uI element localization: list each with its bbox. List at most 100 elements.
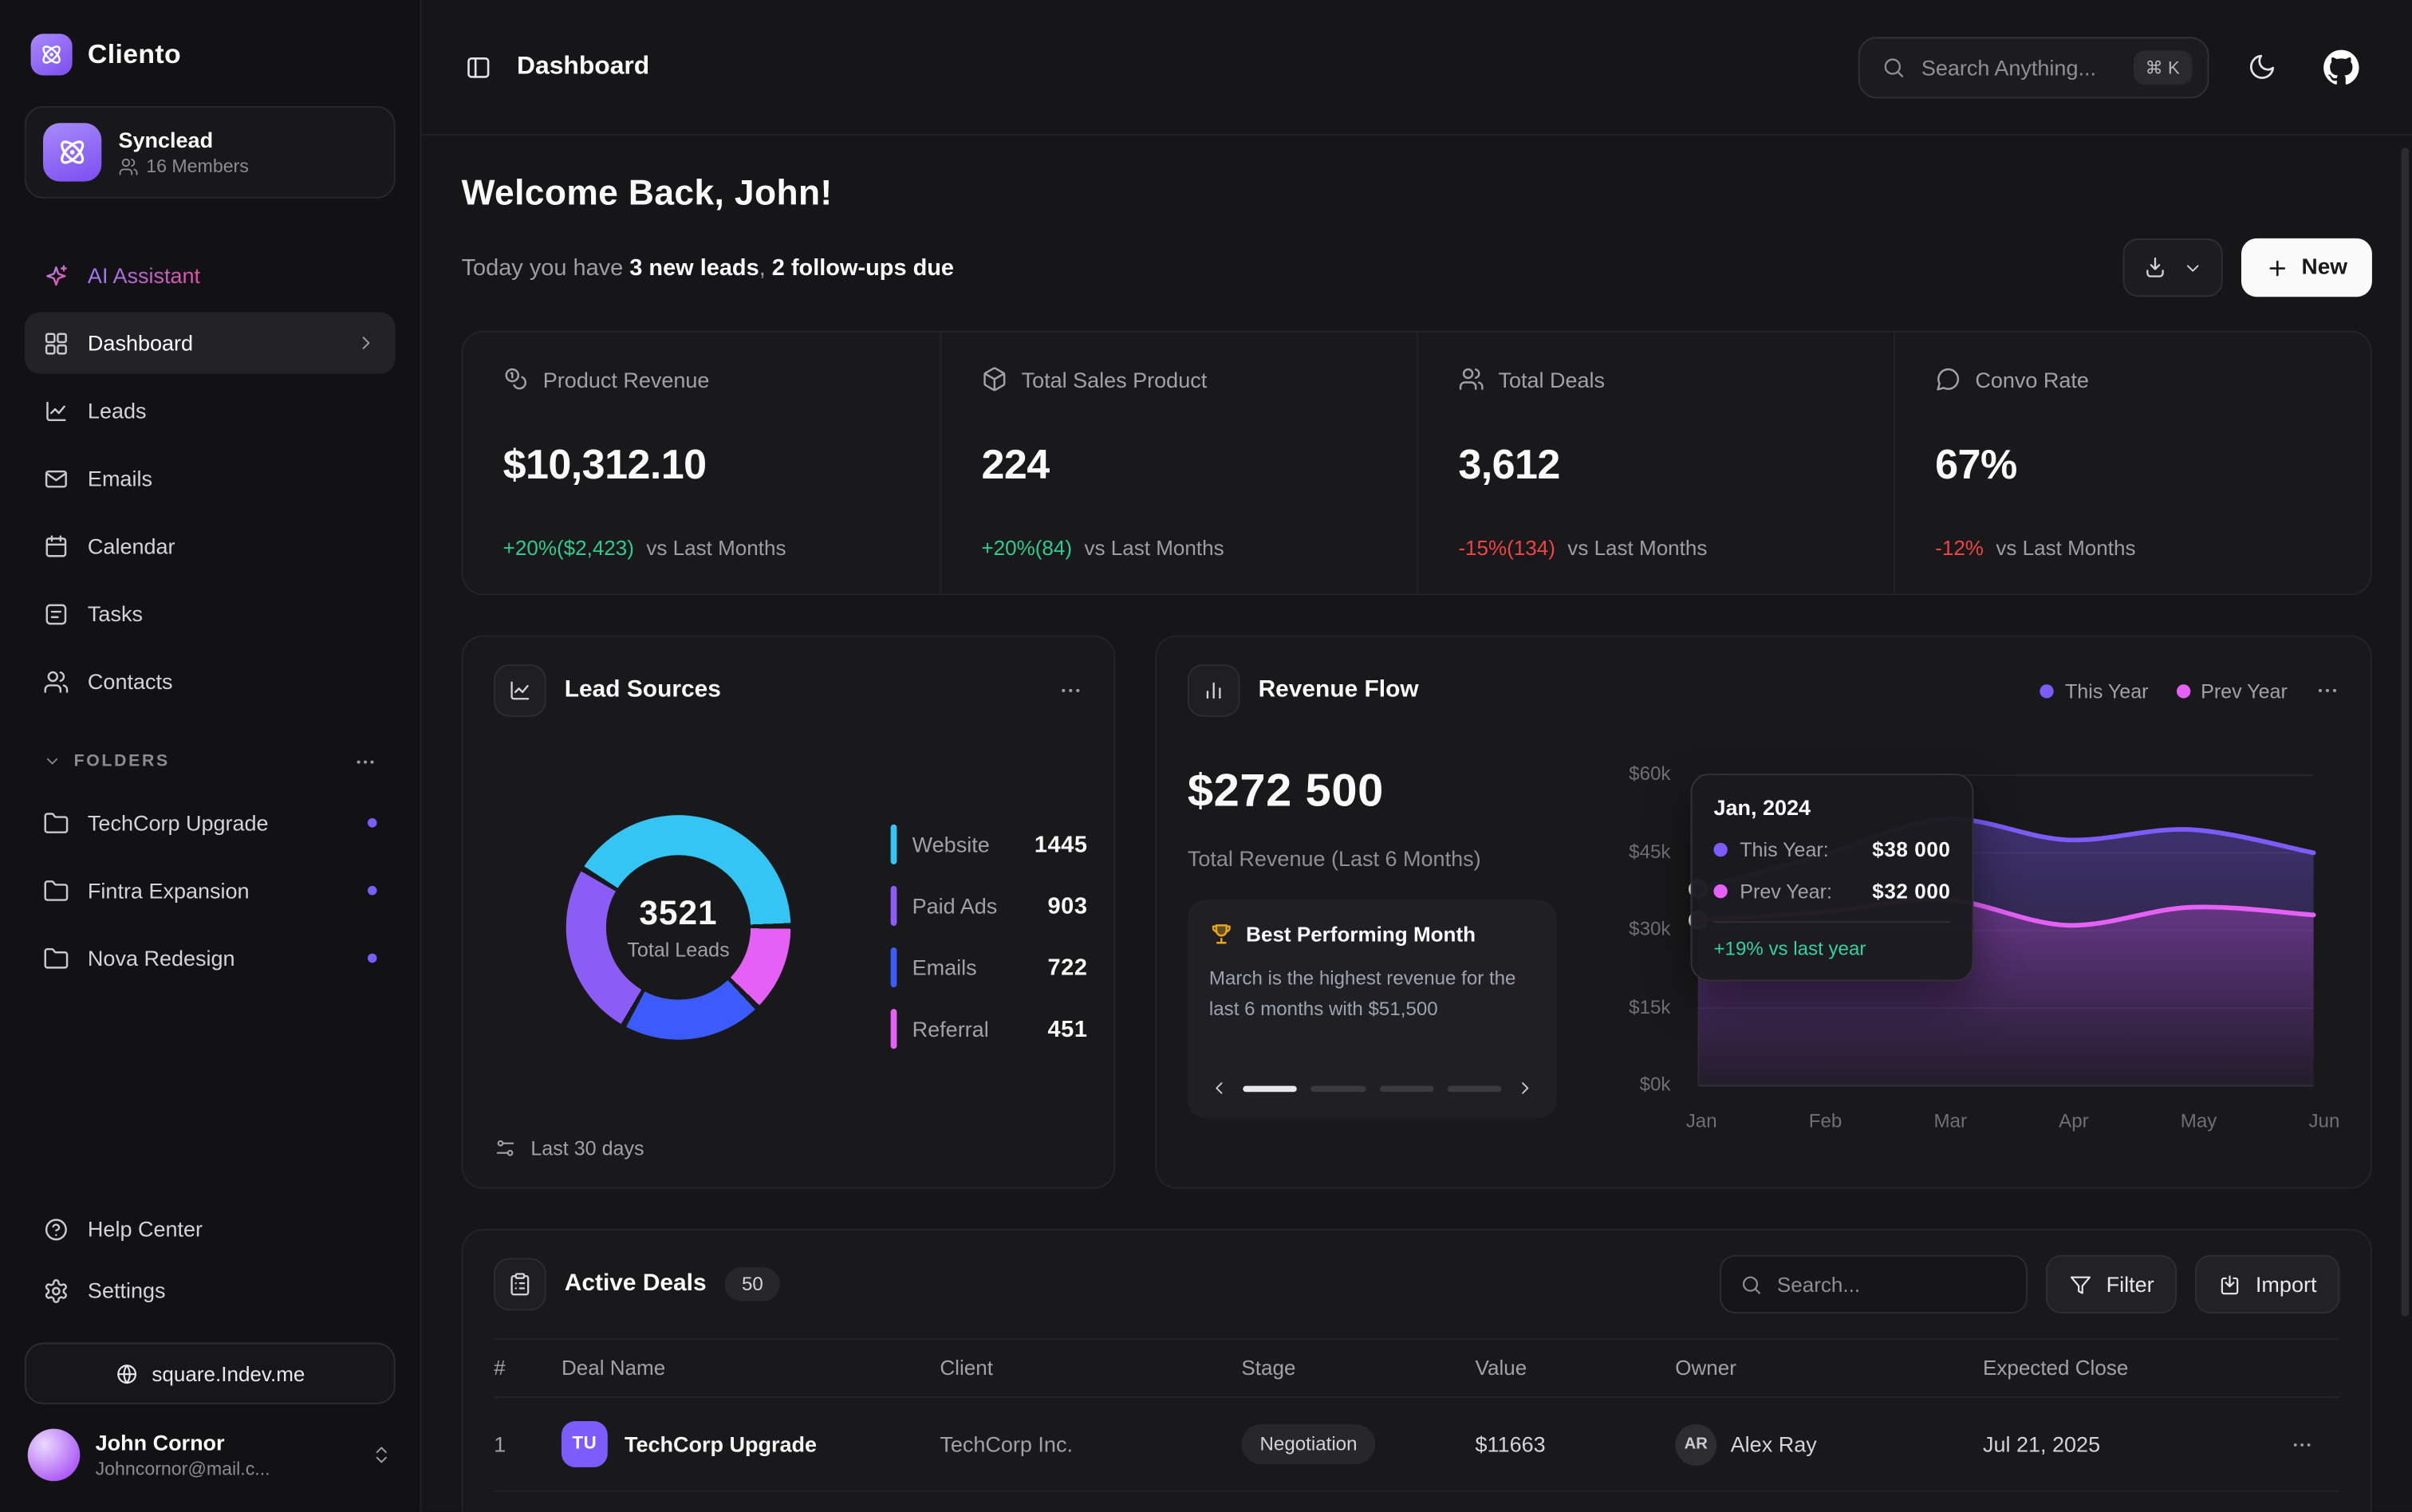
legend-prev-year: Prev Year bbox=[2176, 679, 2288, 702]
global-search-input[interactable]: Search Anything... ⌘ K bbox=[1858, 36, 2209, 97]
best-month-carousel bbox=[1209, 1078, 1535, 1098]
deal-name-cell: TU TechCorp Upgrade bbox=[562, 1421, 940, 1467]
workspace-switcher[interactable]: Synclead 16 Members bbox=[25, 106, 396, 199]
stat-value: 3,612 bbox=[1458, 441, 1854, 489]
folder-icon bbox=[43, 809, 69, 836]
y-axis-tick: $30k bbox=[1618, 918, 1671, 939]
chevron-down-icon bbox=[2183, 258, 2203, 278]
folder-icon bbox=[43, 877, 69, 904]
sidebar-item-label: AI Assistant bbox=[88, 263, 200, 288]
sidebar-item-calendar[interactable]: Calendar bbox=[25, 515, 396, 577]
sidebar-item-leads[interactable]: Leads bbox=[25, 380, 396, 441]
sidebar-toggle-icon[interactable] bbox=[464, 53, 492, 81]
filter-button[interactable]: Filter bbox=[2046, 1255, 2177, 1313]
carousel-prev-icon[interactable] bbox=[1209, 1078, 1229, 1098]
main-area: Dashboard Search Anything... ⌘ K Welcome… bbox=[421, 0, 2412, 1512]
folders-menu-icon[interactable] bbox=[354, 750, 377, 773]
user-email: Johncornor@mail.c... bbox=[96, 1458, 270, 1479]
import-icon bbox=[2219, 1273, 2242, 1296]
legend-item-referral: Referral451 bbox=[891, 1009, 1088, 1049]
stage-cell: Negotiation bbox=[1241, 1424, 1475, 1464]
members-icon bbox=[119, 157, 139, 177]
message-circle-icon bbox=[1935, 366, 1961, 392]
calendar-icon bbox=[43, 533, 69, 559]
y-axis-tick: $60k bbox=[1618, 763, 1671, 785]
y-axis-tick: $45k bbox=[1618, 841, 1671, 862]
revenue-total: $272 500 bbox=[1188, 766, 1384, 818]
folder-item-fintra-expansion[interactable]: Fintra Expansion bbox=[25, 860, 396, 921]
carousel-indicator[interactable] bbox=[1447, 1085, 1501, 1092]
revenue-total-caption: Total Revenue (Last 6 Months) bbox=[1188, 846, 1481, 871]
total-leads-label: Total Leads bbox=[627, 938, 729, 961]
sidebar-item-help-center[interactable]: Help Center bbox=[25, 1198, 396, 1259]
stats-row: Product Revenue $10,312.10 +20%($2,423)v… bbox=[462, 331, 2372, 596]
carousel-indicator[interactable] bbox=[1311, 1085, 1366, 1092]
chart-line-icon bbox=[43, 398, 69, 424]
welcome-title: Welcome Back, John! bbox=[462, 172, 2372, 214]
tasks-list-icon bbox=[43, 600, 69, 627]
search-kbd-shortcut: ⌘ K bbox=[2133, 50, 2192, 84]
card-menu-icon[interactable] bbox=[1058, 679, 1083, 703]
sidebar-item-dashboard[interactable]: Dashboard bbox=[25, 313, 396, 374]
row-menu-icon[interactable] bbox=[2291, 1432, 2340, 1455]
stat-delta: +20%(84)vs Last Months bbox=[981, 537, 1377, 560]
card-title: Revenue Flow bbox=[1259, 677, 1419, 705]
folder-status-dot bbox=[368, 954, 377, 963]
domain-label: square.Indev.me bbox=[152, 1362, 305, 1385]
workspace-name: Synclead bbox=[119, 127, 249, 152]
mail-icon bbox=[43, 465, 69, 491]
sidebar: Cliento Synclead 16 Members bbox=[0, 0, 421, 1512]
expected-close-cell: Jul 21, 2025 bbox=[1983, 1432, 2291, 1457]
tooltip-row-prev-year: Prev Year:$32 000 bbox=[1713, 880, 1950, 903]
folders-section-header[interactable]: FOLDERS bbox=[25, 737, 396, 786]
deals-search-input[interactable]: Search... bbox=[1720, 1255, 2028, 1313]
legend-item-paid-ads: Paid Ads903 bbox=[891, 886, 1088, 926]
sidebar-item-emails[interactable]: Emails bbox=[25, 447, 396, 509]
stat-value: $10,312.10 bbox=[503, 441, 901, 489]
export-split-button[interactable] bbox=[2123, 238, 2223, 297]
clipboard-list-icon bbox=[494, 1258, 546, 1311]
sidebar-item-tasks[interactable]: Tasks bbox=[25, 583, 396, 644]
github-icon[interactable] bbox=[2314, 39, 2369, 94]
package-icon bbox=[981, 366, 1007, 392]
active-deals-card: Active Deals 50 Search... Filter bbox=[462, 1229, 2372, 1512]
card-menu-icon[interactable] bbox=[2315, 679, 2340, 703]
revenue-chart: $60k $45k $30k $15k $0k bbox=[1618, 766, 2340, 1163]
carousel-indicator[interactable] bbox=[1243, 1085, 1297, 1092]
carousel-indicator[interactable] bbox=[1379, 1085, 1433, 1092]
legend-item-emails: Emails722 bbox=[891, 947, 1088, 987]
stat-value: 67% bbox=[1935, 441, 2331, 489]
folder-item-techcorp-upgrade[interactable]: TechCorp Upgrade bbox=[25, 792, 396, 853]
carousel-next-icon[interactable] bbox=[1515, 1078, 1535, 1098]
folder-item-nova-redesign[interactable]: Nova Redesign bbox=[25, 927, 396, 989]
trophy-icon bbox=[1209, 921, 1234, 946]
card-title: Active Deals bbox=[565, 1270, 707, 1298]
new-button[interactable]: New bbox=[2241, 238, 2372, 297]
stat-label: Total Sales Product bbox=[1022, 367, 1208, 392]
topbar: Dashboard Search Anything... ⌘ K bbox=[421, 0, 2412, 136]
workspace-atom-icon bbox=[43, 123, 101, 181]
stage-badge: Negotiation bbox=[1241, 1424, 1375, 1464]
chevron-down-icon bbox=[43, 752, 61, 770]
card-title: Lead Sources bbox=[565, 677, 721, 705]
folder-label: Fintra Expansion bbox=[88, 878, 250, 903]
users-icon bbox=[1458, 366, 1484, 392]
globe-icon bbox=[115, 1362, 138, 1385]
search-placeholder: Search... bbox=[1777, 1273, 1860, 1296]
table-row[interactable]: 1 TU TechCorp Upgrade TechCorp Inc. Nego… bbox=[494, 1398, 2339, 1492]
scrollbar[interactable] bbox=[2402, 148, 2410, 1317]
sidebar-item-label: Calendar bbox=[88, 534, 175, 558]
theme-toggle-moon-icon[interactable] bbox=[2233, 39, 2288, 94]
welcome-subtitle: Today you have 3 new leads, 2 follow-ups… bbox=[462, 254, 954, 281]
user-menu[interactable]: John Cornor Johncornor@mail.c... bbox=[25, 1423, 396, 1487]
users-icon bbox=[43, 668, 69, 695]
import-button[interactable]: Import bbox=[2196, 1255, 2340, 1313]
y-axis-tick: $15k bbox=[1618, 996, 1671, 1018]
sidebar-item-contacts[interactable]: Contacts bbox=[25, 651, 396, 712]
sidebar-item-ai-assistant[interactable]: AI Assistant bbox=[25, 245, 396, 306]
domain-button[interactable]: square.Indev.me bbox=[25, 1343, 396, 1404]
stat-delta: -15%(134)vs Last Months bbox=[1458, 537, 1854, 560]
sidebar-item-settings[interactable]: Settings bbox=[25, 1260, 396, 1321]
lead-sources-donut: 3521 Total Leads bbox=[566, 815, 791, 1040]
coins-icon bbox=[503, 366, 530, 392]
